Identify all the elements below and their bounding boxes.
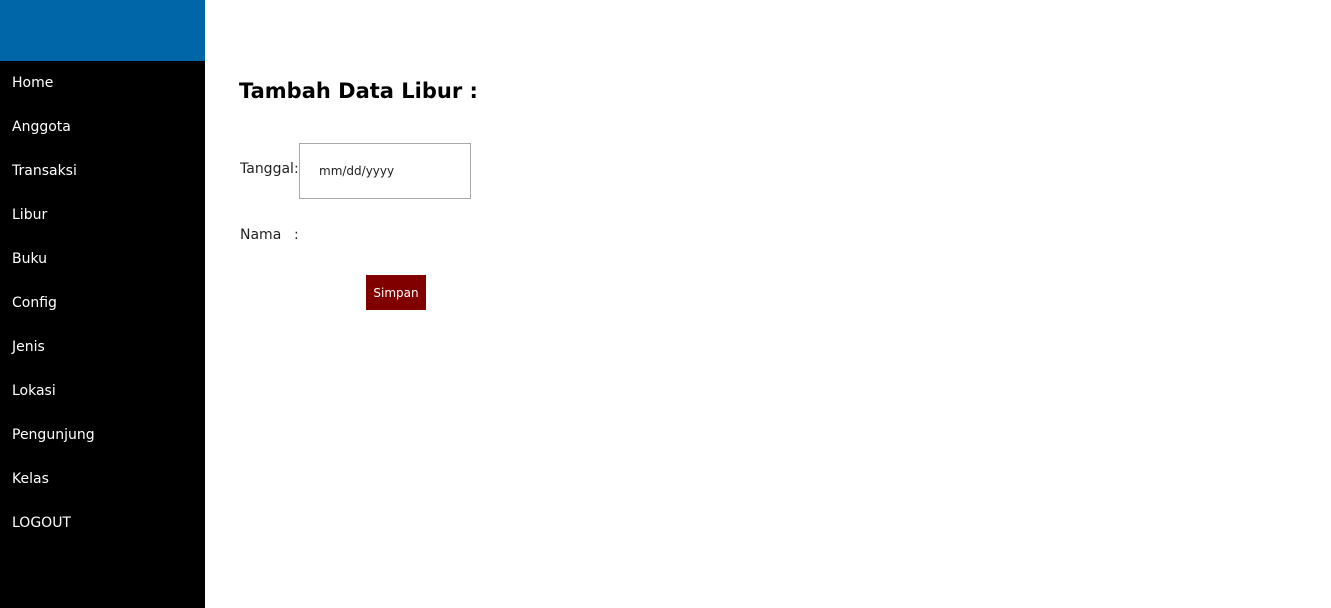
nama-label: Nama — [240, 227, 282, 243]
page-title: Tambah Data Libur : — [239, 79, 478, 103]
sidebar: Home Anggota Transaksi Libur Buku Config… — [0, 0, 205, 608]
sidebar-item-kelas[interactable]: Kelas — [0, 457, 205, 501]
sidebar-item-transaksi[interactable]: Transaksi — [0, 149, 205, 193]
main-content: Tambah Data Libur : Tanggal : Nama : Sim… — [205, 0, 1331, 608]
tanggal-date-input[interactable] — [299, 143, 471, 199]
nama-colon: : — [294, 227, 299, 243]
simpan-button[interactable]: Simpan — [366, 275, 426, 310]
sidebar-nav: Home Anggota Transaksi Libur Buku Config… — [0, 61, 205, 545]
sidebar-item-buku[interactable]: Buku — [0, 237, 205, 281]
sidebar-item-config[interactable]: Config — [0, 281, 205, 325]
sidebar-item-home[interactable]: Home — [0, 61, 205, 105]
sidebar-item-jenis[interactable]: Jenis — [0, 325, 205, 369]
tanggal-colon: : — [294, 161, 299, 177]
sidebar-item-logout[interactable]: LOGOUT — [0, 501, 205, 545]
sidebar-item-pengunjung[interactable]: Pengunjung — [0, 413, 205, 457]
tanggal-label: Tanggal — [240, 161, 294, 177]
sidebar-item-lokasi[interactable]: Lokasi — [0, 369, 205, 413]
sidebar-item-anggota[interactable]: Anggota — [0, 105, 205, 149]
sidebar-header — [0, 0, 205, 61]
sidebar-item-libur[interactable]: Libur — [0, 193, 205, 237]
